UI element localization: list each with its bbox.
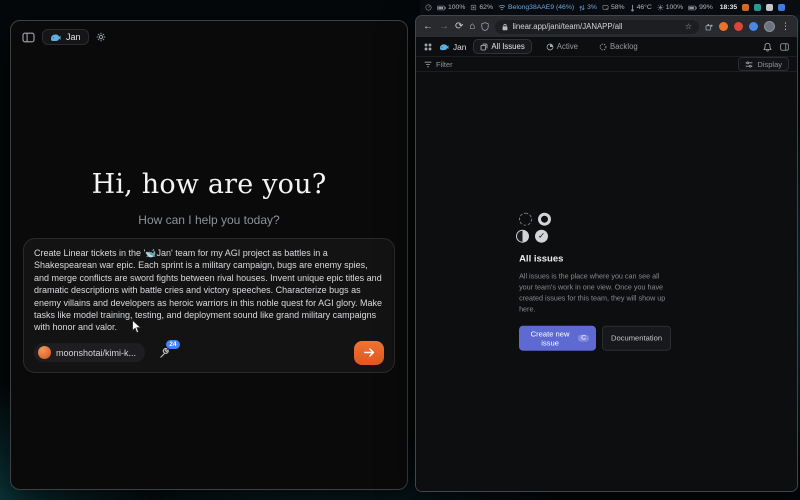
battery-icon	[437, 5, 446, 11]
memory-status: 62%	[470, 4, 493, 11]
linear-team-switcher[interactable]: Jan	[439, 42, 466, 52]
send-arrow-icon	[363, 347, 376, 358]
app-grid-icon[interactable]	[424, 43, 432, 51]
tray-icon-teal[interactable]	[754, 4, 761, 11]
bell-icon[interactable]	[763, 42, 772, 52]
shield-icon[interactable]	[481, 22, 489, 31]
extension-icon-blue[interactable]	[749, 22, 758, 31]
backlog-status-icon	[519, 212, 532, 225]
url-text: linear.app/jani/team/JANAPP/all	[512, 22, 680, 31]
tray-icon-blue[interactable]	[778, 4, 785, 11]
create-new-issue-button[interactable]: Create new issue C	[519, 326, 596, 351]
clock: 18:35	[720, 4, 737, 11]
empty-state-title: All issues	[519, 253, 671, 264]
empty-state-description: All issues is the place where you can se…	[519, 270, 671, 315]
linear-app: Jan All Issues Active	[416, 37, 797, 491]
filter-button[interactable]: Filter	[424, 60, 453, 69]
tab-active[interactable]: Active	[539, 39, 585, 54]
filter-icon	[424, 61, 432, 68]
memory-chip-icon	[470, 4, 477, 11]
display-button[interactable]: Display	[738, 57, 789, 71]
chat-header: Jan	[11, 21, 407, 53]
in-progress-circle-icon	[546, 43, 554, 51]
browser-menu-icon[interactable]: ⋮	[781, 21, 790, 32]
dashed-circle-icon	[599, 43, 607, 51]
settings-gear-icon[interactable]	[96, 32, 106, 42]
wifi-icon	[498, 4, 506, 11]
greeting-title: Hi, how are you?	[11, 169, 407, 200]
status-icons-row-1	[519, 212, 671, 225]
disk-icon	[602, 4, 609, 11]
gauge-icon	[425, 4, 432, 11]
extension-icon-red[interactable]	[734, 22, 743, 31]
shortcut-badge: C	[578, 335, 589, 342]
team-name-label: Jan	[66, 32, 81, 42]
model-provider-icon	[38, 346, 51, 359]
browser-window: ← → ⟳ ⌂ linear.app/jani/team/JANAPP/all …	[415, 15, 798, 492]
mouse-cursor	[131, 319, 142, 334]
reload-icon[interactable]: ⟳	[455, 22, 463, 32]
battery2-status: 99%	[688, 4, 713, 11]
chat-input-text[interactable]: Create Linear tickets in the '🐋Jan' team…	[34, 247, 384, 334]
tab-backlog[interactable]: Backlog	[592, 39, 645, 54]
tray-icon-orange[interactable]	[742, 4, 749, 11]
copy-icon	[480, 43, 488, 51]
whale-icon	[50, 33, 61, 42]
bookmark-star-icon[interactable]: ☆	[685, 22, 692, 31]
whale-icon	[439, 43, 449, 51]
wifi-status[interactable]: Belong38AAE9 (46%)	[498, 4, 574, 11]
tab-bar-actions	[763, 42, 789, 52]
battery-icon-2	[688, 5, 697, 11]
done-status-icon: ✓	[535, 229, 548, 242]
address-bar[interactable]: linear.app/jani/team/JANAPP/all ☆	[495, 20, 699, 34]
all-issues-empty-state: ✓ All issues All issues is the place whe…	[519, 212, 671, 351]
back-icon[interactable]: ←	[423, 22, 433, 32]
linear-filter-bar: Filter Display	[416, 56, 797, 72]
sun-icon	[657, 4, 664, 11]
browser-toolbar: ← → ⟳ ⌂ linear.app/jani/team/JANAPP/all …	[416, 16, 797, 37]
network-traffic-status: 3%	[579, 4, 597, 12]
in-progress-status-icon	[516, 229, 529, 242]
up-down-arrows-icon	[579, 4, 585, 12]
chat-input-box[interactable]: Create Linear tickets in the '🐋Jan' team…	[23, 238, 395, 373]
todo-status-icon	[538, 212, 551, 225]
side-panel-icon[interactable]	[780, 43, 789, 51]
extension-icon-orange[interactable]	[719, 22, 728, 31]
sidebar-toggle-icon[interactable]	[22, 32, 35, 43]
tools-button[interactable]: 24	[159, 347, 171, 359]
model-selector[interactable]: moonshotai/kimi-k...	[34, 343, 145, 362]
tab-all-issues[interactable]: All Issues	[473, 39, 531, 54]
send-button[interactable]	[354, 341, 384, 365]
lock-icon	[502, 23, 508, 31]
linear-tab-bar: Jan All Issues Active	[416, 37, 797, 56]
extensions-puzzle-icon[interactable]	[705, 23, 713, 31]
tray-icon-light[interactable]	[766, 4, 773, 11]
jan-chat-window: Jan Hi, how are you? How can I help you …	[10, 20, 408, 490]
status-icons-row-2: ✓	[516, 229, 671, 242]
disk-status: 58%	[602, 4, 625, 11]
documentation-button[interactable]: Documentation	[602, 326, 671, 351]
chat-input-controls: moonshotai/kimi-k... 24	[34, 341, 384, 365]
forward-icon[interactable]: →	[439, 22, 449, 32]
brightness-status: 100%	[657, 4, 683, 11]
home-icon[interactable]: ⌂	[469, 22, 475, 32]
system-status-bar: 100% 62% Belong38AAE9 (46%) 3% 58% 46°C …	[420, 0, 800, 15]
sliders-icon	[745, 61, 753, 68]
linear-main-content: ✓ All issues All issues is the place whe…	[416, 72, 797, 491]
thermometer-icon	[630, 4, 635, 12]
profile-avatar[interactable]	[764, 21, 775, 32]
model-name-label: moonshotai/kimi-k...	[56, 348, 136, 358]
empty-state-buttons: Create new issue C Documentation	[519, 326, 671, 351]
battery-status: 100%	[437, 4, 465, 11]
team-selector[interactable]: Jan	[42, 29, 89, 45]
temperature-status: 46°C	[630, 4, 652, 12]
check-glyph: ✓	[538, 231, 545, 240]
greeting-subtitle: How can I help you today?	[11, 213, 407, 227]
linear-team-name: Jan	[453, 42, 466, 52]
chat-empty-state: Hi, how are you? How can I help you toda…	[11, 169, 407, 227]
tools-count-badge: 24	[166, 340, 180, 349]
